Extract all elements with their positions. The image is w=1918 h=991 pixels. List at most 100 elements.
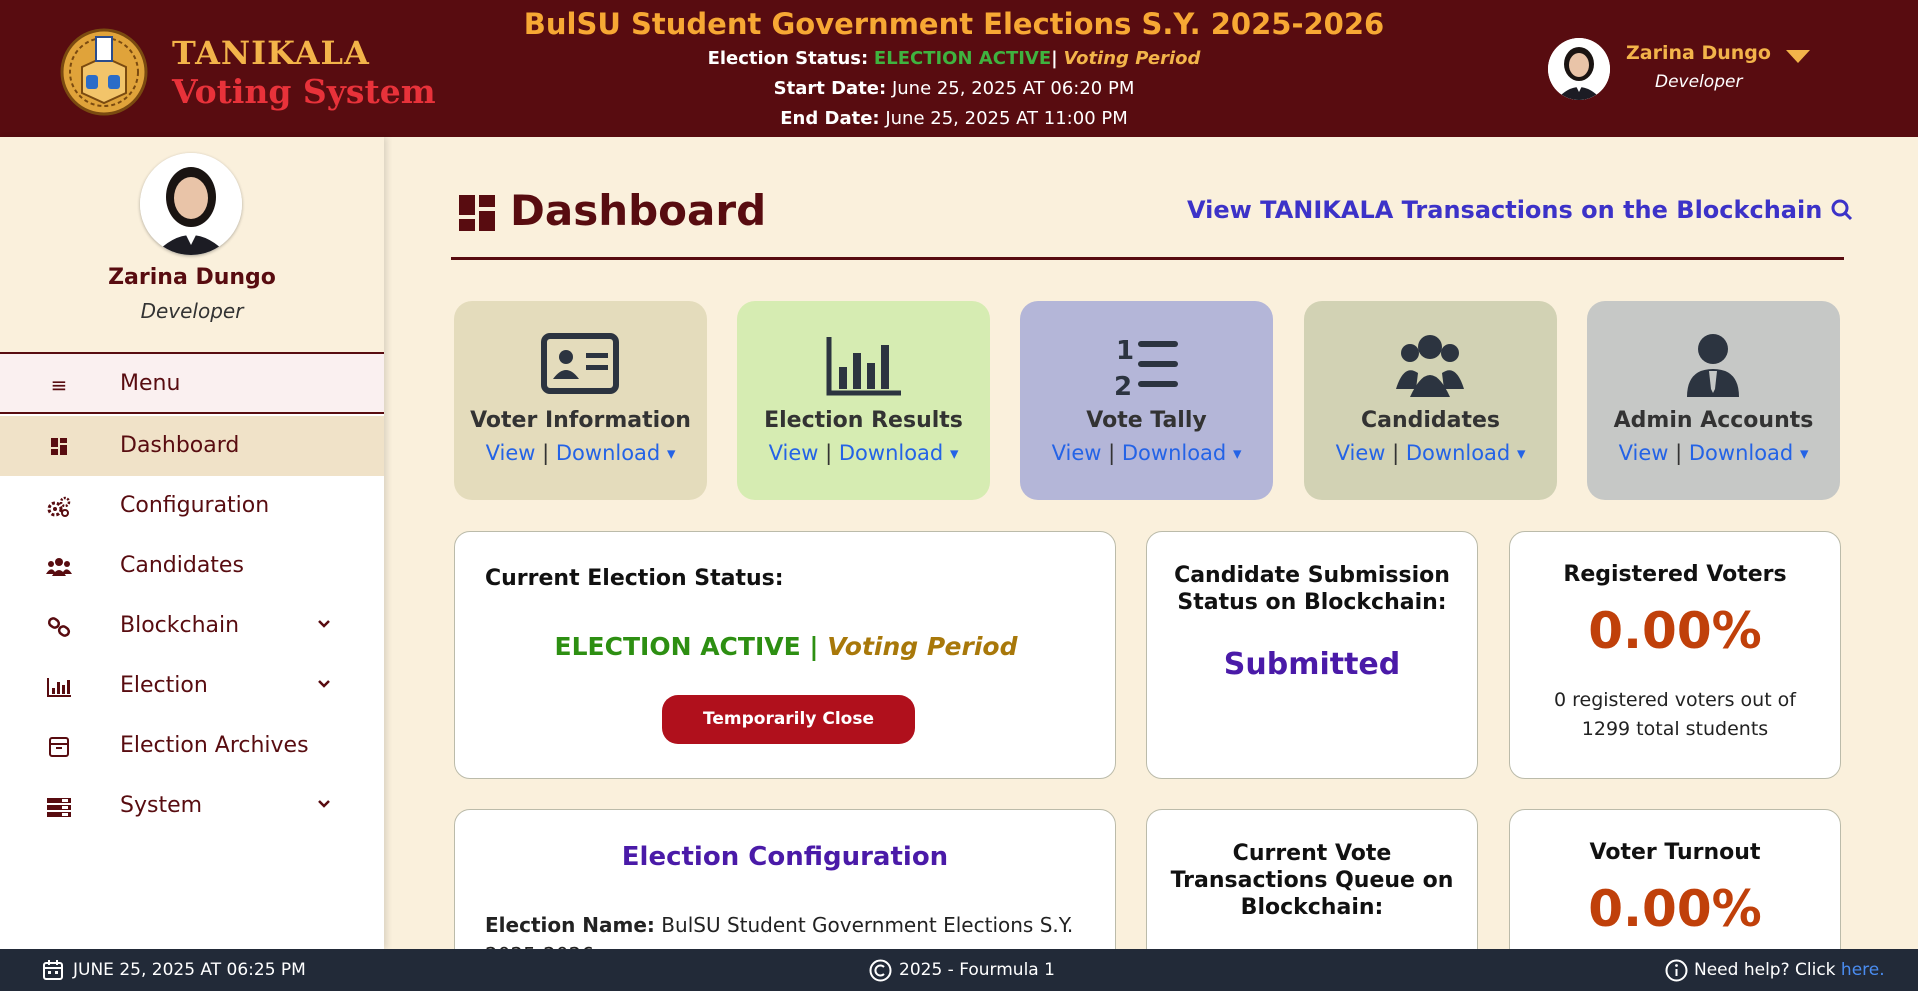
gears-icon [47, 496, 71, 517]
candidate-submission-panel: Candidate Submission Status on Blockchai… [1146, 531, 1478, 779]
vote-queue-heading: Current Vote Transactions Queue on Block… [1170, 841, 1454, 920]
sidebar-item-label: Candidates [120, 553, 244, 578]
footer-bar: JUNE 25, 2025 AT 06:25 PM 2025 - Fourmul… [0, 949, 1918, 991]
view-link[interactable]: View [1336, 441, 1386, 465]
card-vote-tally: 12 Vote Tally View | Download ▼ [1020, 301, 1273, 500]
help-text: Need help? Click [1694, 960, 1836, 980]
download-link[interactable]: Download [839, 441, 943, 465]
users-icon [46, 558, 72, 576]
card-title: Voter Information [470, 408, 691, 433]
info-icon [1665, 959, 1688, 982]
download-link[interactable]: Download [1406, 441, 1510, 465]
server-icon [47, 798, 71, 817]
link-icon [47, 617, 71, 637]
end-date-label: End Date: [780, 108, 880, 129]
help-link[interactable]: here. [1841, 960, 1885, 980]
view-link[interactable]: View [1052, 441, 1102, 465]
election-status-line: Election Status: ELECTION ACTIVE| Voting… [430, 44, 1478, 74]
election-configuration-panel: Election Configuration Election Name: Bu… [454, 809, 1116, 969]
footer-datetime: JUNE 25, 2025 AT 06:25 PM [73, 960, 306, 980]
header-avatar[interactable] [1548, 38, 1610, 100]
menu-toggle[interactable]: ≡ Menu [0, 354, 384, 414]
download-link[interactable]: Download [1689, 441, 1793, 465]
current-election-status-panel: Current Election Status: ELECTION ACTIVE… [454, 531, 1116, 779]
card-election-results: Election Results View | Download ▼ [737, 301, 990, 500]
registered-voters-panel: Registered Voters 0.00% 0 registered vot… [1509, 531, 1841, 779]
sidebar-item-election[interactable]: Election [0, 656, 384, 716]
card-title: Election Results [764, 408, 963, 433]
users-icon [1396, 335, 1464, 397]
sidebar-item-blockchain[interactable]: Blockchain [0, 596, 384, 656]
election-title: BulSU Student Government Elections S.Y. … [523, 7, 1385, 41]
submission-status-value: Submitted [1223, 647, 1401, 682]
sidebar-item-label: System [120, 793, 203, 818]
status-active: ELECTION ACTIVE [873, 48, 1052, 69]
dashboard-icon [459, 195, 495, 231]
current-status-line: ELECTION ACTIVE | Voting Period [455, 632, 1117, 661]
status-period: Voting Period [827, 632, 1018, 661]
voter-turnout-panel: Voter Turnout 0.00% [1509, 809, 1841, 969]
link-separator: | [1108, 441, 1116, 465]
menu-label: Menu [120, 371, 181, 396]
top-header: TANIKALA Voting System BulSU Student Gov… [0, 0, 1918, 137]
calendar-icon [43, 960, 63, 980]
voter-turnout-heading: Voter Turnout [1589, 840, 1761, 865]
copyright-icon [869, 959, 892, 982]
link-separator: | [825, 441, 833, 465]
sidebar-item-label: Election [120, 673, 208, 698]
dropdown-caret-icon[interactable]: ▼ [667, 448, 675, 461]
card-title: Vote Tally [1086, 408, 1207, 433]
status-separator: | [1051, 48, 1058, 69]
user-tie-icon [1687, 334, 1739, 397]
link-separator: | [1392, 441, 1400, 465]
sidebar-item-candidates[interactable]: Candidates [0, 536, 384, 596]
sidebar-user-name: Zarina Dungo [108, 265, 276, 290]
card-voter-information: Voter Information View | Download ▼ [454, 301, 707, 500]
sidebar-item-system[interactable]: System [0, 776, 384, 836]
chevron-down-icon[interactable] [314, 674, 334, 694]
view-link[interactable]: View [769, 441, 819, 465]
election-config-heading: Election Configuration [621, 842, 949, 872]
sidebar-item-dashboard[interactable]: Dashboard [0, 416, 384, 476]
sidebar-item-label: Blockchain [120, 613, 240, 638]
view-link[interactable]: View [1619, 441, 1669, 465]
sidebar-profile: Zarina Dungo Developer [0, 137, 384, 354]
header-user-name[interactable]: Zarina Dungo [1626, 42, 1771, 64]
search-icon [1831, 199, 1852, 221]
card-links: View | Download ▼ [1020, 441, 1273, 465]
sidebar-item-election-archives[interactable]: Election Archives [0, 716, 384, 776]
bar-chart-icon [826, 337, 901, 396]
sidebar-item-label: Dashboard [120, 433, 240, 458]
dropdown-caret-icon[interactable]: ▼ [1517, 448, 1525, 461]
sidebar-item-label: Configuration [120, 493, 270, 518]
temporarily-close-election-button[interactable]: Temporarily Close Election [662, 695, 915, 778]
blockchain-transactions-link[interactable]: View TANIKALA Transactions on the Blockc… [1187, 196, 1853, 224]
download-link[interactable]: Download [1122, 441, 1226, 465]
dropdown-caret-icon[interactable]: ▼ [1800, 448, 1808, 461]
election-info: BulSU Student Government Elections S.Y. … [430, 4, 1478, 134]
download-link[interactable]: Download [556, 441, 660, 465]
current-status-heading: Current Election Status: [485, 566, 784, 591]
sidebar-user-role: Developer [140, 299, 244, 323]
chevron-down-icon[interactable] [314, 794, 334, 814]
card-links: View | Download ▼ [1587, 441, 1840, 465]
user-photo-icon [1548, 38, 1610, 100]
sidebar-item-configuration[interactable]: Configuration [0, 476, 384, 536]
chevron-down-icon[interactable] [314, 614, 334, 634]
status-separator: | [809, 632, 819, 661]
status-active: ELECTION ACTIVE [554, 632, 801, 661]
title-divider [451, 257, 1844, 260]
ballot-box-logo-icon [60, 28, 148, 116]
card-admin-accounts: Admin Accounts View | Download ▼ [1587, 301, 1840, 500]
footer-copyright: 2025 - Fourmula 1 [899, 960, 1055, 980]
user-menu-caret-icon[interactable] [1786, 50, 1810, 63]
card-title: Candidates [1360, 408, 1501, 433]
voter-turnout-percent: 0.00% [1588, 880, 1762, 938]
card-links: View | Download ▼ [454, 441, 707, 465]
dropdown-caret-icon[interactable]: ▼ [1233, 448, 1241, 461]
registered-voters-desc: 0 registered voters out of 1299 total st… [1554, 689, 1796, 740]
dashboard-icon [51, 438, 67, 455]
view-link[interactable]: View [486, 441, 536, 465]
numbered-list-icon: 12 [1114, 336, 1178, 397]
dropdown-caret-icon[interactable]: ▼ [950, 448, 958, 461]
